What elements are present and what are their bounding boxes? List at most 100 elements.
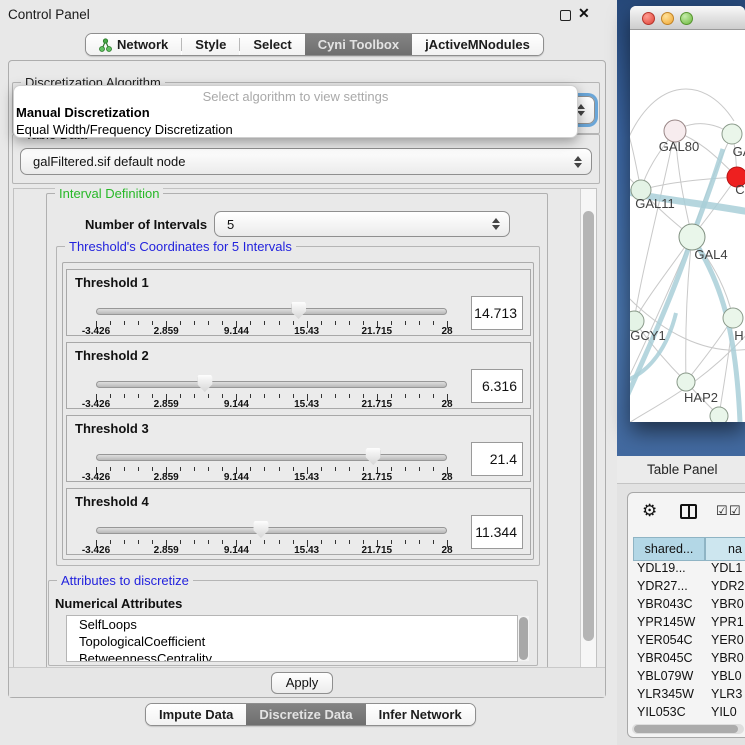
attributes-legend: Attributes to discretize bbox=[57, 573, 193, 588]
slider-tick bbox=[321, 394, 322, 398]
threshold-value-field-4[interactable]: 11.344 bbox=[471, 515, 523, 549]
slider-tick bbox=[349, 467, 350, 471]
column-header-shared-name[interactable]: shared... bbox=[633, 537, 705, 561]
horizontal-scrollbar-thumb[interactable] bbox=[634, 725, 738, 733]
float-panel-icon[interactable] bbox=[560, 10, 571, 21]
slider-thumb[interactable] bbox=[253, 521, 268, 538]
slider-tick bbox=[194, 467, 195, 471]
slider-thumb[interactable] bbox=[197, 375, 212, 392]
threshold-panel-1: Threshold 1 -3.4262.8599.14415.4321.71528… bbox=[66, 269, 531, 336]
apply-button[interactable]: Apply bbox=[271, 672, 333, 694]
table-row[interactable]: YIL053CYIL0 bbox=[633, 705, 745, 719]
table-row[interactable]: YBR043CYBR0 bbox=[633, 597, 745, 615]
split-columns-icon[interactable] bbox=[680, 504, 697, 519]
threshold-slider-1[interactable]: -3.4262.8599.14415.4321.71528 bbox=[96, 300, 447, 336]
slider-tick bbox=[222, 540, 223, 544]
slider-tick bbox=[335, 540, 336, 544]
cell-shared-name: YDR27... bbox=[633, 579, 707, 597]
zoom-window-icon[interactable] bbox=[680, 12, 693, 25]
tab-discretize-data[interactable]: Discretize Data bbox=[246, 704, 365, 725]
tab-infer-network[interactable]: Infer Network bbox=[366, 704, 475, 725]
slider-tick-label: -3.426 bbox=[82, 399, 110, 410]
table-row[interactable]: YBL079WYBL0 bbox=[633, 669, 745, 687]
vertical-scrollbar-thumb[interactable] bbox=[583, 211, 594, 641]
network-canvas[interactable]: GAL80GACGAL11GAL4GCY1HHAP2 bbox=[630, 31, 745, 422]
network-node-label: HAP2 bbox=[684, 390, 718, 405]
gear-icon[interactable]: ⚙ bbox=[642, 501, 657, 521]
threshold-value-field-1[interactable]: 14.713 bbox=[471, 296, 523, 330]
slider-thumb[interactable] bbox=[366, 448, 381, 465]
slider-tick bbox=[363, 467, 364, 471]
network-window-titlebar[interactable] bbox=[630, 6, 745, 30]
tab-network[interactable]: Network bbox=[86, 34, 181, 55]
table-data-combobox[interactable]: galFiltered.sif default node bbox=[20, 148, 592, 175]
vertical-scrollbar[interactable] bbox=[580, 189, 596, 667]
cell-name: YLR3 bbox=[707, 687, 742, 705]
table-row[interactable]: YLR345WYLR3 bbox=[633, 687, 745, 705]
slider-tick bbox=[194, 321, 195, 325]
slider-track[interactable] bbox=[96, 527, 447, 534]
table-row[interactable]: YER054CYER0 bbox=[633, 633, 745, 651]
dropdown-option-equal-width[interactable]: Equal Width/Frequency Discretization bbox=[14, 122, 577, 139]
attribute-list-item[interactable]: TopologicalCoefficient bbox=[67, 633, 517, 650]
dropdown-option-manual[interactable]: Manual Discretization bbox=[14, 105, 577, 122]
close-window-icon[interactable] bbox=[642, 12, 655, 25]
horizontal-scrollbar[interactable] bbox=[632, 724, 744, 734]
column-header-name[interactable]: na bbox=[705, 537, 745, 561]
close-panel-icon[interactable]: ✕ bbox=[578, 5, 590, 22]
slider-tick bbox=[222, 467, 223, 471]
checkbox-icon[interactable]: ☑ bbox=[729, 503, 741, 519]
threshold-value-field-3[interactable]: 21.4 bbox=[471, 442, 523, 476]
attributes-scrollbar-thumb[interactable] bbox=[519, 617, 528, 660]
cell-shared-name: YBR045C bbox=[633, 651, 707, 669]
numerical-attributes-list: SelfLoopsTopologicalCoefficientBetweenne… bbox=[66, 615, 518, 662]
tab-select[interactable]: Select bbox=[240, 34, 304, 55]
slider-thumb[interactable] bbox=[291, 302, 306, 319]
slider-tick bbox=[250, 467, 251, 471]
network-node-hap2[interactable] bbox=[677, 373, 695, 391]
network-node-label: H bbox=[734, 328, 743, 343]
attribute-list-item[interactable]: BetweennessCentrality bbox=[67, 650, 517, 662]
slider-tick-label: 2.859 bbox=[154, 472, 179, 483]
checkbox-icon[interactable]: ☑ bbox=[716, 503, 728, 519]
slider-tick bbox=[208, 394, 209, 398]
network-node-h[interactable] bbox=[723, 308, 743, 328]
slider-tick bbox=[321, 321, 322, 325]
table-row[interactable]: YDL19...YDL1 bbox=[633, 561, 745, 579]
table-row[interactable]: YPR145WYPR1 bbox=[633, 615, 745, 633]
network-node-ga[interactable] bbox=[722, 124, 742, 144]
tab-impute-data[interactable]: Impute Data bbox=[146, 704, 246, 725]
threshold-panel-3: Threshold 3-3.4262.8599.14415.4321.71528… bbox=[66, 415, 531, 482]
network-node[interactable] bbox=[710, 407, 728, 422]
tab-style[interactable]: Style bbox=[182, 34, 239, 55]
slider-tick bbox=[152, 394, 153, 398]
slider-tick bbox=[293, 394, 294, 398]
thresholds-legend: Threshold's Coordinates for 5 Intervals bbox=[65, 239, 296, 254]
table-row[interactable]: YBR045CYBR0 bbox=[633, 651, 745, 669]
cell-name: YPR1 bbox=[707, 615, 744, 633]
attributes-list-scrollbar[interactable] bbox=[518, 616, 529, 661]
cell-name: YBR0 bbox=[707, 597, 744, 615]
threshold-slider-2[interactable]: -3.4262.8599.14415.4321.71528 bbox=[96, 373, 447, 409]
num-intervals-combobox[interactable]: 5 bbox=[214, 211, 510, 237]
slider-tick-label: 2.859 bbox=[154, 545, 179, 556]
minimize-window-icon[interactable] bbox=[661, 12, 674, 25]
network-edge-highlighted[interactable] bbox=[692, 149, 723, 237]
slider-tick bbox=[279, 467, 280, 471]
network-edge[interactable] bbox=[641, 177, 737, 190]
tab-jactivemnodules[interactable]: jActiveMNodules bbox=[412, 34, 543, 55]
attribute-list-item[interactable]: SelfLoops bbox=[67, 616, 517, 633]
slider-track[interactable] bbox=[96, 381, 447, 388]
threshold-label: Threshold 1 bbox=[75, 275, 149, 290]
table-row[interactable]: YDR27...YDR2 bbox=[633, 579, 745, 597]
tab-label: Style bbox=[195, 37, 226, 52]
slider-tick bbox=[349, 540, 350, 544]
threshold-value-field-2[interactable]: 6.316 bbox=[471, 369, 523, 403]
network-icon bbox=[99, 38, 112, 52]
threshold-slider-3[interactable]: -3.4262.8599.14415.4321.71528 bbox=[96, 446, 447, 482]
threshold-slider-4[interactable]: -3.4262.8599.14415.4321.71528 bbox=[96, 519, 447, 555]
slider-tick bbox=[180, 321, 181, 325]
slider-track[interactable] bbox=[96, 454, 447, 461]
slider-track[interactable] bbox=[96, 308, 447, 315]
tab-cyni-toolbox[interactable]: Cyni Toolbox bbox=[305, 34, 412, 55]
